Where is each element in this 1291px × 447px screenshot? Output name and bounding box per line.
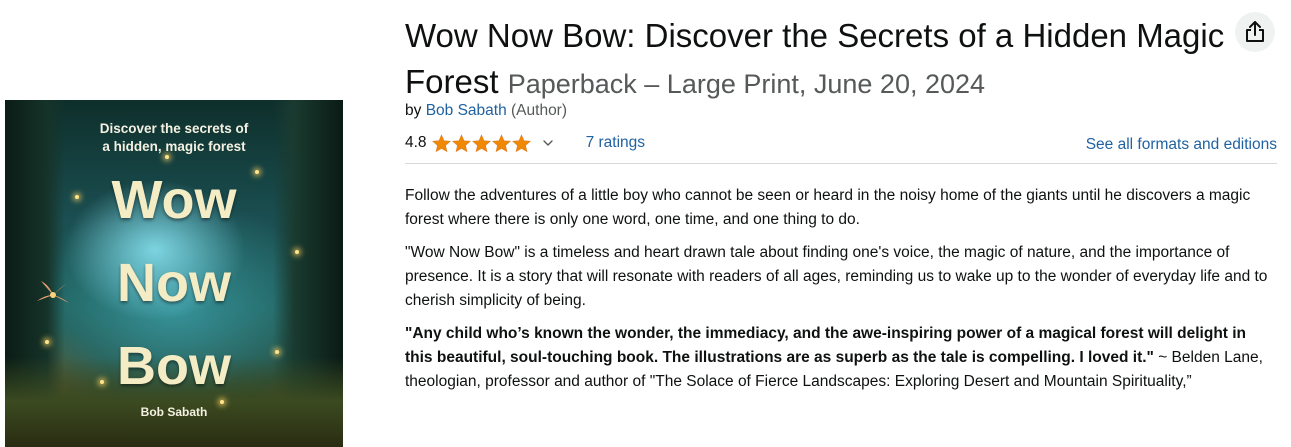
cover-author: Bob Sabath <box>140 405 208 419</box>
share-icon <box>1246 21 1264 42</box>
star-icon <box>491 133 511 152</box>
ratings-count-link[interactable]: 7 ratings <box>586 134 645 152</box>
star-icon <box>471 133 491 152</box>
star-icon <box>431 133 451 152</box>
product-title: Wow Now Bow: Discover the Secrets of a H… <box>405 13 1235 107</box>
see-all-formats-link[interactable]: See all formats and editions <box>1086 136 1277 154</box>
book-cover-image[interactable]: Discover the secrets of a hidden, magic … <box>5 100 343 447</box>
cover-subtitle-line-1: Discover the secrets of <box>99 121 249 136</box>
divider <box>405 163 1277 164</box>
cover-title-word-1: Wow <box>111 170 237 230</box>
cover-subtitle: Discover the secrets of a hidden, magic … <box>5 120 343 156</box>
description-paragraph-2: "Wow Now Bow" is a timeless and heart dr… <box>405 244 1268 309</box>
description-paragraph-1: Follow the adventures of a little boy wh… <box>405 187 1251 228</box>
cover-title-word-3: Bow <box>117 336 231 396</box>
author-role: (Author) <box>511 102 568 119</box>
rating-value: 4.8 <box>405 134 427 151</box>
star-icon <box>511 133 531 152</box>
product-format: Paperback – Large Print, June 20, 2024 <box>507 69 986 99</box>
share-button[interactable] <box>1235 12 1275 52</box>
byline: by Bob Sabath (Author) <box>405 102 567 120</box>
by-label: by <box>405 102 422 119</box>
star-rating[interactable] <box>431 133 532 153</box>
chevron-down-icon[interactable] <box>542 137 554 149</box>
author-link[interactable]: Bob Sabath <box>426 102 507 119</box>
star-icon <box>451 133 471 152</box>
cover-firefly <box>220 400 224 404</box>
cover-firefly <box>295 250 299 254</box>
cover-title-word-2: Now <box>117 253 231 313</box>
review-quote-text: "Any child who’s known the wonder, the i… <box>405 325 1247 366</box>
cover-subtitle-line-2: a hidden, magic forest <box>102 139 246 154</box>
rating-row: 4.8 7 ratings <box>405 132 645 154</box>
book-description: Follow the adventures of a little boy wh… <box>405 184 1277 403</box>
description-review-quote: "Any child who’s known the wonder, the i… <box>405 322 1277 394</box>
